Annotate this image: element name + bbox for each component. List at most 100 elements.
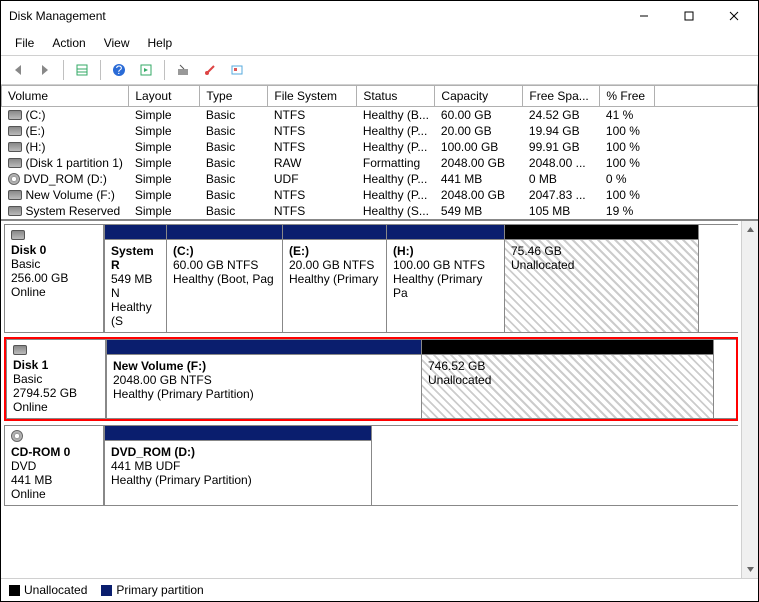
col-type[interactable]: Type [200, 86, 268, 107]
menu-view[interactable]: View [96, 33, 138, 53]
part-title: New Volume (F:) [113, 359, 415, 373]
disk-row[interactable]: CD-ROM 0DVD441 MBOnlineDVD_ROM (D:)441 M… [4, 425, 738, 506]
partition-header [105, 225, 166, 239]
table-row[interactable]: (H:)SimpleBasicNTFSHealthy (P...100.00 G… [2, 139, 758, 155]
disk-icon [8, 190, 22, 200]
disk-layout-pane: Disk 0Basic256.00 GBOnlineSystem R549 MB… [1, 221, 758, 578]
forward-button[interactable] [34, 59, 56, 81]
menu-file[interactable]: File [7, 33, 42, 53]
partition-header [387, 225, 504, 239]
part-size: 60.00 GB NTFS [173, 258, 276, 272]
partition[interactable]: New Volume (F:)2048.00 GB NTFSHealthy (P… [106, 340, 422, 418]
refresh-icon[interactable] [135, 59, 157, 81]
col-capacity[interactable]: Capacity [435, 86, 523, 107]
disk-label[interactable]: Disk 1Basic2794.52 GBOnline [6, 339, 106, 419]
disk-row[interactable]: Disk 0Basic256.00 GBOnlineSystem R549 MB… [4, 224, 738, 333]
vol-name: DVD_ROM (D:) [24, 172, 107, 186]
volume-table: Volume Layout Type File System Status Ca… [1, 85, 758, 221]
vol-name: (C:) [26, 108, 46, 122]
col-pct[interactable]: % Free [600, 86, 655, 107]
minimize-button[interactable] [621, 2, 666, 30]
table-row[interactable]: (E:)SimpleBasicNTFSHealthy (P...20.00 GB… [2, 123, 758, 139]
col-spacer [655, 86, 758, 107]
partition-header [105, 426, 371, 440]
partition-body: (H:)100.00 GB NTFSHealthy (Primary Pa [387, 239, 504, 332]
vol-name: (E:) [26, 124, 45, 138]
vertical-scrollbar[interactable] [741, 221, 758, 578]
partition[interactable]: (H:)100.00 GB NTFSHealthy (Primary Pa [387, 225, 505, 332]
vol-name: (H:) [26, 140, 46, 154]
scroll-down-icon[interactable] [742, 561, 758, 578]
toolbar: ? [1, 55, 758, 85]
partition-header [422, 340, 713, 354]
part-title: (E:) [289, 244, 380, 258]
table-row[interactable]: (C:)SimpleBasicNTFSHealthy (B...60.00 GB… [2, 107, 758, 124]
partition-body: (C:)60.00 GB NTFSHealthy (Boot, Pag [167, 239, 282, 332]
partition-header [167, 225, 282, 239]
partition-body: DVD_ROM (D:)441 MB UDFHealthy (Primary P… [105, 440, 371, 505]
part-size: 441 MB UDF [111, 459, 365, 473]
table-header-row[interactable]: Volume Layout Type File System Status Ca… [2, 86, 758, 107]
partition[interactable]: 746.52 GBUnallocated [422, 340, 714, 418]
toolbar-separator [100, 60, 101, 80]
menu-action[interactable]: Action [44, 33, 93, 53]
col-layout[interactable]: Layout [129, 86, 200, 107]
part-size: 20.00 GB NTFS [289, 258, 380, 272]
dvd-icon [8, 173, 20, 185]
menu-help[interactable]: Help [140, 33, 181, 53]
disk-icon [8, 110, 22, 120]
part-title: (H:) [393, 244, 498, 258]
partition-header [505, 225, 698, 239]
col-status[interactable]: Status [357, 86, 435, 107]
back-button[interactable] [7, 59, 29, 81]
part-size: 746.52 GB [428, 359, 707, 373]
scan-icon[interactable] [172, 59, 194, 81]
table-row[interactable]: System ReservedSimpleBasicNTFSHealthy (S… [2, 203, 758, 219]
part-status: Healthy (Boot, Pag [173, 272, 276, 286]
table-row[interactable]: (Disk 1 partition 1)SimpleBasicRAWFormat… [2, 155, 758, 171]
disk-management-window: Disk Management File Action View Help ? … [0, 0, 759, 602]
partition[interactable]: (C:)60.00 GB NTFSHealthy (Boot, Pag [167, 225, 283, 332]
partition[interactable]: System R549 MB NHealthy (S [104, 225, 167, 332]
legend-primary: Primary partition [101, 583, 203, 597]
part-size: 100.00 GB NTFS [393, 258, 498, 272]
titlebar[interactable]: Disk Management [1, 1, 758, 31]
col-volume[interactable]: Volume [2, 86, 129, 107]
col-free[interactable]: Free Spa... [523, 86, 600, 107]
window-title: Disk Management [9, 9, 621, 23]
maximize-button[interactable] [666, 2, 711, 30]
disk-label[interactable]: CD-ROM 0DVD441 MBOnline [4, 425, 104, 506]
partition[interactable]: DVD_ROM (D:)441 MB UDFHealthy (Primary P… [104, 426, 372, 505]
disk-icon [8, 206, 22, 216]
part-status: Healthy (S [111, 300, 160, 328]
help-icon[interactable]: ? [108, 59, 130, 81]
part-status: Healthy (Primary [289, 272, 380, 286]
scroll-up-icon[interactable] [742, 221, 758, 238]
part-title: DVD_ROM (D:) [111, 445, 365, 459]
legend: Unallocated Primary partition [1, 578, 758, 601]
table-row[interactable]: DVD_ROM (D:)SimpleBasicUDFHealthy (P...4… [2, 171, 758, 187]
table-row[interactable]: New Volume (F:)SimpleBasicNTFSHealthy (P… [2, 187, 758, 203]
toolbar-separator [63, 60, 64, 80]
disk-row[interactable]: Disk 1Basic2794.52 GBOnlineNew Volume (F… [4, 337, 738, 421]
partition[interactable]: 75.46 GBUnallocated [505, 225, 699, 332]
toolbar-separator [164, 60, 165, 80]
disk-label[interactable]: Disk 0Basic256.00 GBOnline [4, 224, 104, 333]
col-fs[interactable]: File System [268, 86, 357, 107]
partition-body: 75.46 GBUnallocated [505, 239, 698, 332]
part-size: 75.46 GB [511, 244, 692, 258]
partition-body: 746.52 GBUnallocated [422, 354, 713, 418]
view-grid-icon[interactable] [71, 59, 93, 81]
part-status: Healthy (Primary Pa [393, 272, 498, 300]
close-button[interactable] [711, 2, 756, 30]
partition[interactable]: (E:)20.00 GB NTFSHealthy (Primary [283, 225, 387, 332]
dvd-icon [11, 430, 23, 442]
disk-icon [8, 142, 22, 152]
partition-body: New Volume (F:)2048.00 GB NTFSHealthy (P… [107, 354, 421, 418]
svg-text:?: ? [116, 63, 123, 77]
properties-icon[interactable] [199, 59, 221, 81]
vol-name: (Disk 1 partition 1) [26, 156, 123, 170]
part-title: (C:) [173, 244, 276, 258]
settings-icon[interactable] [226, 59, 248, 81]
content: Volume Layout Type File System Status Ca… [1, 85, 758, 601]
